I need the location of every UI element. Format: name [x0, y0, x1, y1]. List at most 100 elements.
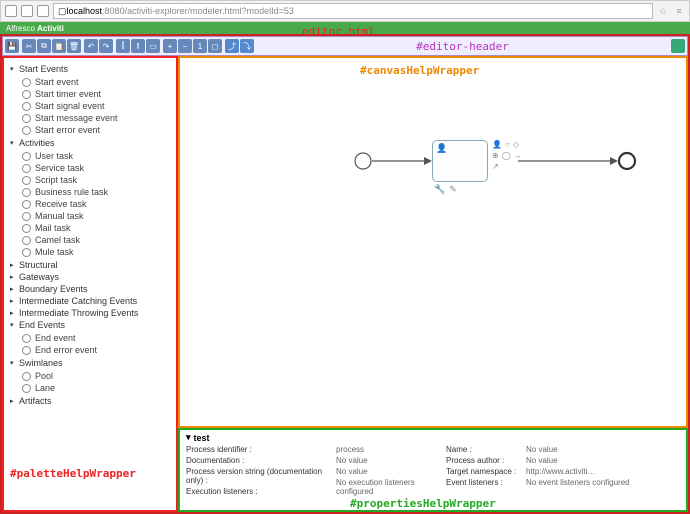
- palette-item[interactable]: Start signal event: [10, 100, 170, 112]
- nav-back-button[interactable]: [5, 5, 17, 17]
- palette-item[interactable]: Manual task: [10, 210, 170, 222]
- palette-category[interactable]: ▸Boundary Events: [10, 284, 170, 294]
- handle-edit-icon[interactable]: ✎: [449, 184, 457, 195]
- delete-button[interactable]: 🗑: [67, 39, 81, 53]
- menu-icon[interactable]: ≡: [673, 5, 685, 17]
- zoom-out-button[interactable]: −: [178, 39, 192, 53]
- chevron-down-icon: ▾: [10, 321, 16, 329]
- palette-category[interactable]: ▸Gateways: [10, 272, 170, 282]
- handle-wrench-icon[interactable]: 🔧: [434, 184, 445, 195]
- chevron-down-icon: ▾: [10, 139, 16, 147]
- item-label: Start timer event: [35, 89, 101, 99]
- annotation-canvas: #canvasHelpWrapper: [360, 64, 479, 77]
- chevron-down-icon: ▾: [10, 359, 16, 367]
- item-label: Start signal event: [35, 101, 105, 111]
- prop-val[interactable]: No value: [336, 467, 446, 476]
- palette-category[interactable]: ▾End Events: [10, 320, 170, 330]
- canvas[interactable]: #canvasHelpWrapper 👤 👤○◇ ⊕◯→ ↗ 🔧 ✎: [178, 56, 688, 428]
- prop-val[interactable]: http://www.activiti…: [526, 467, 656, 476]
- palette-item[interactable]: End error event: [10, 344, 170, 356]
- undo-button[interactable]: ↶: [84, 39, 98, 53]
- add-bendpoint-button[interactable]: ⤴: [225, 39, 239, 53]
- star-icon[interactable]: ☆: [657, 5, 669, 17]
- prop-val[interactable]: No event listeners configured: [526, 478, 656, 487]
- browser-bar: ▢ localhost :8080/activiti-explorer/mode…: [0, 0, 690, 22]
- toolbar-file-group: 💾: [5, 39, 19, 53]
- palette-item[interactable]: Script task: [10, 174, 170, 186]
- shape-icon: [22, 346, 31, 355]
- remove-bendpoint-button[interactable]: ⤵: [240, 39, 254, 53]
- toolbar-bendpoint-group: ⤴ ⤵: [225, 39, 254, 53]
- prop-val[interactable]: No execution listeners configured: [336, 478, 446, 496]
- handle-end-icon[interactable]: ◯: [502, 151, 511, 160]
- handle-gw2-icon[interactable]: ⊕: [492, 151, 499, 160]
- align-h-button[interactable]: ⫾: [131, 39, 145, 53]
- handle-annot-icon[interactable]: ↗: [492, 162, 499, 171]
- user-task-shape[interactable]: 👤: [432, 140, 488, 182]
- item-label: Start message event: [35, 113, 118, 123]
- handle-user-icon[interactable]: 👤: [492, 140, 502, 149]
- palette-category[interactable]: ▾Activities: [10, 138, 170, 148]
- item-label: Mail task: [35, 223, 71, 233]
- start-event-shape[interactable]: [354, 152, 372, 170]
- address-bar[interactable]: ▢ localhost :8080/activiti-explorer/mode…: [53, 3, 653, 19]
- palette-item[interactable]: Service task: [10, 162, 170, 174]
- redo-button[interactable]: ↷: [99, 39, 113, 53]
- palette-item[interactable]: Lane: [10, 382, 170, 394]
- toolbar-undo-group: ↶ ↷: [84, 39, 113, 53]
- palette-category[interactable]: ▸Intermediate Throwing Events: [10, 308, 170, 318]
- task-below-handles: 🔧 ✎: [434, 184, 457, 195]
- prop-key: Event listeners :: [446, 478, 526, 487]
- palette-item[interactable]: Business rule task: [10, 186, 170, 198]
- prop-val[interactable]: No value: [526, 445, 656, 454]
- sequence-flow-1[interactable]: [372, 154, 432, 168]
- sequence-flow-2[interactable]: [518, 154, 618, 168]
- palette-item[interactable]: User task: [10, 150, 170, 162]
- align-v-button[interactable]: ⫿: [116, 39, 130, 53]
- handle-gateway-icon[interactable]: ◇: [513, 140, 519, 149]
- palette-category[interactable]: ▸Intermediate Catching Events: [10, 296, 170, 306]
- palette-item[interactable]: Start message event: [10, 112, 170, 124]
- palette-item[interactable]: Start timer event: [10, 88, 170, 100]
- prop-val[interactable]: No value: [526, 456, 656, 465]
- nav-fwd-button[interactable]: [21, 5, 33, 17]
- cut-button[interactable]: ✂: [22, 39, 36, 53]
- palette-item[interactable]: Receive task: [10, 198, 170, 210]
- zoom-actual-button[interactable]: 1: [193, 39, 207, 53]
- shape-icon: [22, 176, 31, 185]
- copy-button[interactable]: ⧉: [37, 39, 51, 53]
- palette-category[interactable]: ▾Start Events: [10, 64, 170, 74]
- palette-item[interactable]: Pool: [10, 370, 170, 382]
- palette-category[interactable]: ▸Artifacts: [10, 396, 170, 406]
- paste-button[interactable]: 📋: [52, 39, 66, 53]
- shape-icon: [22, 90, 31, 99]
- save-button[interactable]: 💾: [5, 39, 19, 53]
- chevron-down-icon: ▾: [10, 65, 16, 73]
- handle-circle-icon[interactable]: ○: [505, 140, 510, 149]
- reload-button[interactable]: [37, 5, 49, 17]
- palette-category[interactable]: ▸Structural: [10, 260, 170, 270]
- palette-item[interactable]: Camel task: [10, 234, 170, 246]
- zoom-in-button[interactable]: +: [163, 39, 177, 53]
- shape-icon: [22, 78, 31, 87]
- shape-icon: [22, 384, 31, 393]
- same-size-button[interactable]: ▭: [146, 39, 160, 53]
- palette-item[interactable]: Mule task: [10, 246, 170, 258]
- palette-item[interactable]: End event: [10, 332, 170, 344]
- properties-header[interactable]: ▾ test: [186, 432, 680, 443]
- palette-category[interactable]: ▾Swimlanes: [10, 358, 170, 368]
- shape-icon: [22, 164, 31, 173]
- chevron-right-icon: ▸: [10, 285, 16, 293]
- feedback-button[interactable]: [671, 39, 685, 53]
- prop-val[interactable]: process: [336, 445, 446, 454]
- end-event-shape[interactable]: [618, 152, 636, 170]
- zoom-fit-button[interactable]: ◻: [208, 39, 222, 53]
- category-label: Structural: [19, 260, 58, 270]
- palette-item[interactable]: Start event: [10, 76, 170, 88]
- shape-icon: [22, 200, 31, 209]
- prop-val[interactable]: No value: [336, 456, 446, 465]
- palette-item[interactable]: Start error event: [10, 124, 170, 136]
- palette-item[interactable]: Mail task: [10, 222, 170, 234]
- category-label: Intermediate Catching Events: [19, 296, 137, 306]
- item-label: Receive task: [35, 199, 87, 209]
